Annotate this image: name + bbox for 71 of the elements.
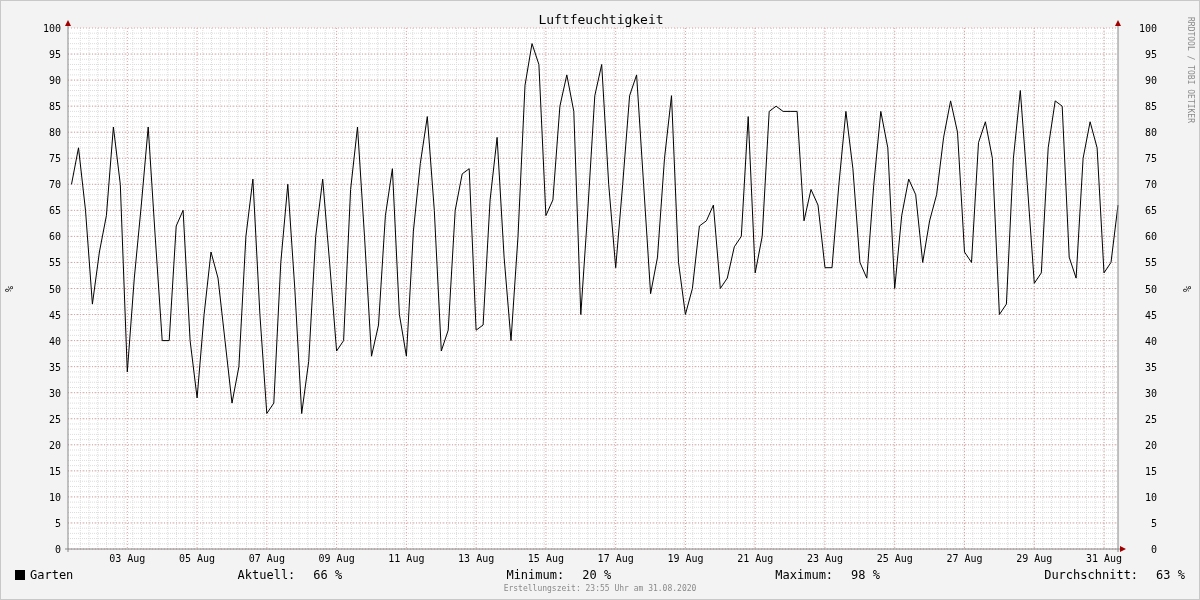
y-tick-label: 15: [1144, 465, 1157, 477]
x-tick-label: 13 Aug: [458, 553, 495, 564]
stat-label: Minimum:: [506, 568, 565, 582]
stat-value: 63 %: [1156, 568, 1185, 582]
y-tick-label: 95: [48, 49, 61, 61]
y-tick-label: 0: [54, 544, 61, 555]
y-tick-label: 25: [48, 413, 61, 425]
y-axis-label: %: [1182, 286, 1193, 292]
y-tick-label: 40: [1144, 335, 1157, 347]
creation-time-text: Erstellungszeit: 23:55 Uhr am 31.08.2020: [503, 584, 697, 593]
y-tick-label: 20: [48, 439, 61, 451]
x-tick-label: 07 Aug: [248, 553, 285, 564]
y-tick-label: 15: [48, 465, 61, 477]
x-tick-label: 11 Aug: [388, 553, 425, 564]
y-tick-label: 80: [48, 127, 61, 139]
stat-value: 20 %: [582, 568, 612, 582]
x-tick-label: 21 Aug: [737, 553, 774, 564]
x-tick-label: 27 Aug: [946, 553, 983, 564]
y-tick-label: 30: [48, 387, 61, 399]
y-tick-label: 55: [1144, 257, 1157, 269]
y-tick-label: 65: [48, 205, 61, 217]
y-tick-label: 10: [48, 491, 61, 503]
y-tick-label: 5: [54, 517, 61, 529]
y-tick-label: 100: [1138, 23, 1157, 34]
y-tick-label: 0: [1150, 544, 1157, 555]
x-tick-label: 31 Aug: [1086, 553, 1123, 564]
x-tick-label: 23 Aug: [806, 553, 844, 564]
y-tick-label: 10: [1144, 491, 1157, 503]
x-tick-label: 17 Aug: [597, 553, 634, 564]
stat-label: Durchschnitt:: [1044, 568, 1139, 582]
y-tick-label: 85: [48, 101, 61, 113]
y-tick-label: 50: [48, 283, 61, 295]
y-axis-label: %: [4, 286, 15, 292]
y-tick-label: 60: [48, 231, 61, 243]
y-tick-label: 55: [48, 257, 61, 269]
y-tick-label: 5: [1150, 517, 1157, 529]
y-tick-label: 25: [1144, 413, 1157, 425]
x-tick-label: 19 Aug: [667, 553, 704, 564]
y-tick-label: 35: [1144, 361, 1157, 373]
x-tick-label: 09 Aug: [318, 553, 355, 564]
stat-value: 98 %: [851, 568, 880, 582]
y-tick-label: 20: [1144, 439, 1157, 451]
y-tick-label: 45: [48, 309, 61, 321]
y-tick-label: 75: [1144, 153, 1157, 165]
y-tick-label: 30: [1144, 387, 1157, 399]
y-tick-label: 95: [1144, 49, 1157, 61]
legend-series-name: Garten: [30, 568, 74, 582]
x-tick-label: 25 Aug: [876, 553, 913, 564]
stat-value: 66 %: [313, 568, 343, 582]
y-tick-label: 70: [1144, 179, 1157, 191]
y-tick-label: 85: [1144, 101, 1157, 113]
stat-label: Maximum:: [775, 568, 834, 582]
credit-text: RRDTOOL / TOBI OETIKER: [1186, 17, 1195, 123]
y-tick-label: 70: [48, 179, 61, 191]
y-tick-label: 35: [48, 361, 61, 373]
y-tick-label: 50: [1144, 283, 1157, 295]
y-tick-label: 100: [42, 23, 61, 34]
y-tick-label: 75: [48, 153, 61, 165]
y-tick-label: 65: [1144, 205, 1157, 217]
y-tick-label: 80: [1144, 127, 1157, 139]
y-tick-label: 45: [1144, 309, 1157, 321]
y-tick-label: 90: [1144, 75, 1157, 87]
x-tick-label: 15 Aug: [527, 553, 564, 564]
y-tick-label: 40: [48, 335, 61, 347]
y-tick-label: 90: [48, 75, 61, 87]
chart-title: Luftfeuchtigkeit: [538, 12, 664, 27]
x-tick-label: 03 Aug: [109, 553, 146, 564]
y-tick-label: 60: [1144, 231, 1157, 243]
x-tick-label: 29 Aug: [1016, 553, 1053, 564]
x-tick-label: 05 Aug: [179, 553, 216, 564]
stat-label: Aktuell:: [237, 568, 296, 582]
